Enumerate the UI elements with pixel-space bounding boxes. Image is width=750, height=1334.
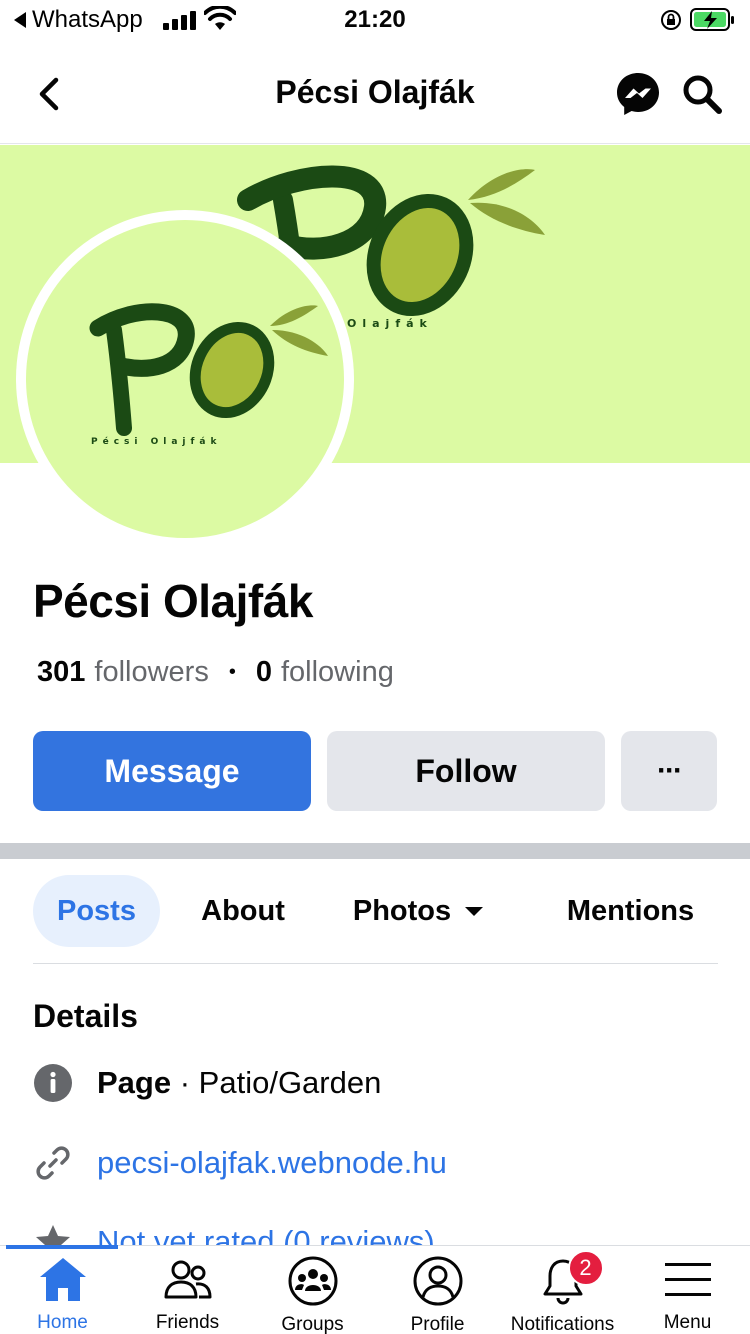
status-bar: WhatsApp 21:20 xyxy=(0,0,750,42)
nav-groups-label: Groups xyxy=(281,1314,344,1334)
detail-page-category: Page · Patio/Garden xyxy=(33,1061,381,1105)
followers-count[interactable]: 301 xyxy=(37,656,85,689)
page-type-separator: · xyxy=(171,1065,199,1100)
more-options-button[interactable]: ··· xyxy=(621,731,717,811)
nav-menu[interactable]: Menu xyxy=(625,1254,750,1334)
link-icon xyxy=(33,1143,73,1183)
followers-label[interactable]: followers xyxy=(94,656,208,689)
svg-text:Pécsi Olajfák: Pécsi Olajfák xyxy=(91,436,221,447)
tabs-divider xyxy=(33,963,718,964)
avatar-logo: Pécsi Olajfák xyxy=(89,303,328,447)
following-count[interactable]: 0 xyxy=(256,656,272,689)
page-name: Pécsi Olajfák xyxy=(33,575,313,627)
bell-icon: 2 xyxy=(536,1250,604,1308)
nav-friends[interactable]: Friends xyxy=(125,1254,250,1334)
notification-badge: 2 xyxy=(567,1250,604,1286)
bottom-navigation: Home Friends Groups Profile 2 Notificati… xyxy=(0,1245,750,1334)
caret-down-icon xyxy=(465,906,484,916)
nav-home-label: Home xyxy=(37,1312,88,1333)
svg-text:Olajfák: Olajfák xyxy=(347,317,433,330)
messenger-icon[interactable] xyxy=(614,70,662,118)
tab-posts[interactable]: Posts xyxy=(33,875,160,947)
home-icon xyxy=(36,1254,90,1306)
nav-home[interactable]: Home xyxy=(0,1254,125,1334)
nav-friends-label: Friends xyxy=(155,1312,220,1333)
tab-photos-label: Photos xyxy=(352,894,452,927)
menu-icon xyxy=(661,1254,715,1306)
tab-mentions[interactable]: Mentions xyxy=(543,875,718,947)
profile-tabs: Posts About Photos Mentions xyxy=(33,875,718,947)
section-divider xyxy=(0,843,750,859)
message-button[interactable]: Message xyxy=(33,731,311,811)
nav-profile[interactable]: Profile xyxy=(375,1254,500,1334)
detail-website[interactable]: pecsi-olajfak.webnode.hu xyxy=(33,1141,447,1185)
nav-profile-label: Profile xyxy=(410,1314,465,1334)
rotation-lock-icon xyxy=(661,10,681,30)
profile-avatar[interactable]: Pécsi Olajfák xyxy=(16,210,354,548)
following-label[interactable]: following xyxy=(281,656,394,689)
stats-separator: • xyxy=(228,661,236,683)
more-dots-icon: ··· xyxy=(657,754,683,787)
status-time: 21:20 xyxy=(344,6,406,33)
nav-notifications-label: Notifications xyxy=(510,1314,615,1334)
friends-icon xyxy=(161,1254,215,1306)
search-icon[interactable] xyxy=(680,72,724,116)
nav-groups[interactable]: Groups xyxy=(250,1254,375,1334)
follow-stats: 301 followers • 0 following xyxy=(37,656,394,689)
battery-charging-icon xyxy=(690,8,734,31)
groups-icon xyxy=(286,1254,340,1308)
info-icon xyxy=(33,1063,73,1103)
nav-menu-label: Menu xyxy=(663,1312,712,1333)
page-header: Pécsi Olajfák xyxy=(0,42,750,144)
tab-photos[interactable]: Photos xyxy=(338,875,498,947)
tab-about[interactable]: About xyxy=(183,875,303,947)
nav-notifications[interactable]: 2 Notifications xyxy=(500,1250,625,1334)
page-category: Patio/Garden xyxy=(198,1065,382,1100)
website-link[interactable]: pecsi-olajfak.webnode.hu xyxy=(97,1145,447,1181)
follow-button[interactable]: Follow xyxy=(327,731,605,811)
page-type-label: Page xyxy=(97,1065,172,1100)
nav-active-indicator xyxy=(6,1245,118,1249)
details-heading: Details xyxy=(33,998,138,1034)
profile-icon xyxy=(411,1254,465,1308)
